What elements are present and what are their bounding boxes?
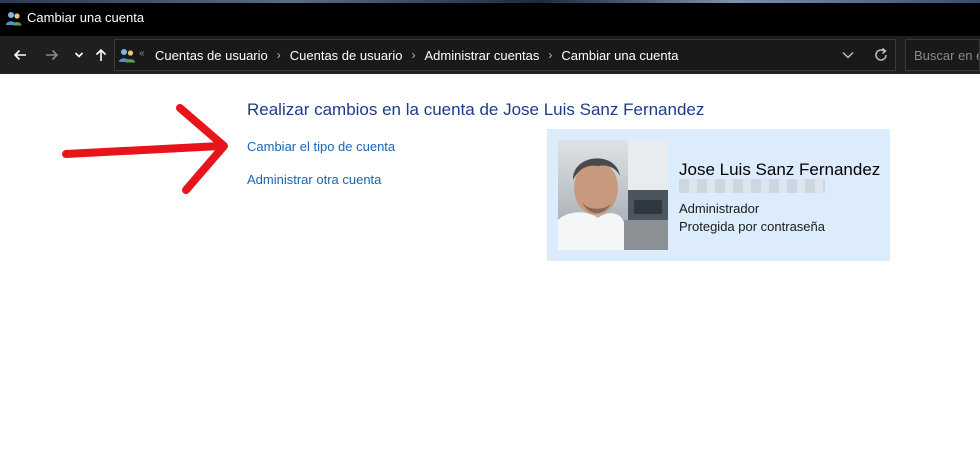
forward-arrow-icon [46,49,59,61]
avatar [558,140,668,250]
back-button[interactable] [10,45,30,65]
wallpaper-strip [0,0,980,3]
up-button[interactable] [91,45,111,65]
user-photo-icon [558,140,668,250]
account-status: Protegida por contraseña [679,219,825,234]
navigation-bar: « Cuentas de usuario › Cuentas de usuari… [0,36,980,74]
forward-button[interactable] [42,45,62,65]
search-input[interactable]: Buscar en e [905,39,980,71]
annotation-arrow-icon [62,104,228,194]
account-name: Jose Luis Sanz Fernandez [679,160,881,179]
breadcrumb-item[interactable]: Cuentas de usuario [155,48,268,63]
page-title: Realizar cambios en la cuenta de Jose Lu… [247,100,705,119]
title-bar: Cambiar una cuenta [0,0,980,36]
back-arrow-icon [13,49,26,61]
breadcrumb: Cuentas de usuario › Cuentas de usuario … [155,40,678,70]
users-icon [119,49,135,63]
chevron-down-icon [74,52,84,58]
search-placeholder: Buscar en e [914,48,980,63]
manage-other-account-link[interactable]: Administrar otra cuenta [247,172,381,187]
account-card: Jose Luis Sanz Fernandez Administrador P… [547,129,890,261]
recent-locations-button[interactable] [69,45,89,65]
change-account-type-link[interactable]: Cambiar el tipo de cuenta [247,139,395,154]
breadcrumb-separator[interactable]: › [548,48,552,62]
window-title: Cambiar una cuenta [27,10,145,25]
content-area: Realizar cambios en la cuenta de Jose Lu… [0,74,980,466]
up-arrow-icon [95,48,107,61]
breadcrumb-separator[interactable]: › [412,48,416,62]
account-email-redacted [679,179,825,193]
breadcrumb-item[interactable]: Cuentas de usuario [290,48,403,63]
users-icon [6,12,22,26]
account-role: Administrador [679,201,760,216]
address-bar[interactable]: « Cuentas de usuario › Cuentas de usuari… [114,39,896,71]
breadcrumb-item-current[interactable]: Cambiar una cuenta [561,48,678,63]
chevron-down-icon[interactable] [841,48,855,62]
refresh-icon[interactable] [873,47,889,63]
breadcrumb-separator[interactable]: › [277,48,281,62]
breadcrumb-overflow[interactable]: « [139,48,145,59]
breadcrumb-item[interactable]: Administrar cuentas [425,48,540,63]
